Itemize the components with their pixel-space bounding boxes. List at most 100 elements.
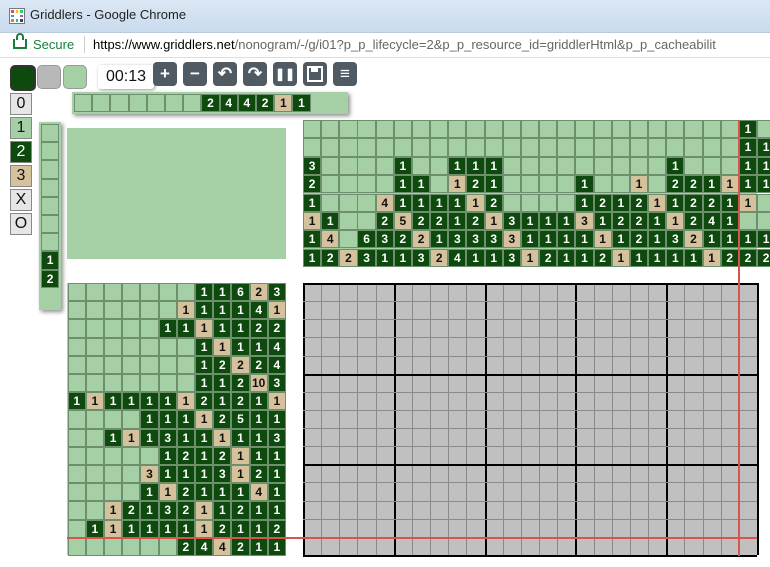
strip-cell[interactable] xyxy=(41,142,60,161)
row-clue-empty[interactable] xyxy=(140,319,159,338)
column-clue-empty[interactable] xyxy=(520,193,540,212)
row-clue[interactable]: 1 xyxy=(213,501,232,520)
row-clue[interactable]: 3 xyxy=(267,428,286,447)
column-clue-empty[interactable] xyxy=(757,193,770,212)
row-clue[interactable]: 3 xyxy=(213,465,232,484)
column-clue-empty[interactable] xyxy=(629,138,649,157)
column-clue-empty[interactable] xyxy=(411,156,431,175)
column-clue[interactable]: 2 xyxy=(466,175,485,194)
row-clue-empty[interactable] xyxy=(85,428,104,447)
column-clue[interactable]: 1 xyxy=(720,193,739,212)
column-clue[interactable]: 2 xyxy=(629,230,649,249)
strip-cell[interactable] xyxy=(41,233,60,252)
row-clue[interactable]: 1 xyxy=(195,483,214,502)
row-clue-empty[interactable] xyxy=(176,355,195,374)
row-clue-empty[interactable] xyxy=(85,374,104,393)
row-clue-empty[interactable] xyxy=(140,537,159,556)
row-clue-empty[interactable] xyxy=(67,301,86,320)
column-clue-empty[interactable] xyxy=(339,175,358,194)
row-clue-empty[interactable] xyxy=(122,283,141,302)
column-clue-empty[interactable] xyxy=(720,120,739,139)
strip-clue[interactable]: 2 xyxy=(201,94,220,113)
column-clue-empty[interactable] xyxy=(611,120,630,139)
column-clue-empty[interactable] xyxy=(557,138,576,157)
column-clue[interactable]: 1 xyxy=(702,230,721,249)
row-clue[interactable]: 1 xyxy=(176,410,195,429)
column-clue-empty[interactable] xyxy=(466,138,485,157)
column-clue-empty[interactable] xyxy=(484,120,503,139)
row-clue[interactable]: 1 xyxy=(267,483,286,502)
row-clue-empty[interactable] xyxy=(85,355,104,374)
column-clue-empty[interactable] xyxy=(684,120,703,139)
row-clue[interactable]: 1 xyxy=(195,519,214,538)
row-clue-empty[interactable] xyxy=(67,428,86,447)
palette-item-3[interactable]: 3 xyxy=(10,165,32,187)
column-clue[interactable]: 1 xyxy=(520,248,540,267)
row-clue[interactable]: 1 xyxy=(249,410,268,429)
row-clue[interactable]: 1 xyxy=(104,501,123,520)
column-clue-empty[interactable] xyxy=(520,156,540,175)
row-clue[interactable]: 1 xyxy=(195,465,214,484)
strip-cell[interactable] xyxy=(74,94,93,113)
row-clue[interactable]: 1 xyxy=(213,283,232,302)
column-clue-empty[interactable] xyxy=(611,138,630,157)
row-clue[interactable]: 1 xyxy=(213,374,232,393)
column-clue-empty[interactable] xyxy=(593,138,612,157)
column-clue[interactable]: 1 xyxy=(720,230,739,249)
save-button[interactable] xyxy=(303,62,327,86)
column-clue-empty[interactable] xyxy=(520,138,540,157)
row-clue[interactable]: 4 xyxy=(267,337,286,356)
column-clue-empty[interactable] xyxy=(684,156,703,175)
row-clue-empty[interactable] xyxy=(158,355,177,374)
column-clue[interactable]: 4 xyxy=(448,248,467,267)
row-clue-empty[interactable] xyxy=(85,483,104,502)
row-clue[interactable]: 2 xyxy=(249,283,268,302)
row-clue-empty[interactable] xyxy=(104,319,123,338)
column-clue-empty[interactable] xyxy=(339,211,358,231)
column-clue-empty[interactable] xyxy=(303,120,322,139)
row-clue[interactable]: 1 xyxy=(158,465,177,484)
column-clue-empty[interactable] xyxy=(339,138,358,157)
column-clue-empty[interactable] xyxy=(666,138,685,157)
column-clue-empty[interactable] xyxy=(375,175,394,194)
column-clue[interactable]: 2 xyxy=(466,211,485,231)
row-clue[interactable]: 1 xyxy=(85,519,104,538)
column-clue-empty[interactable] xyxy=(321,175,340,194)
column-clue-empty[interactable] xyxy=(448,120,467,139)
row-clue-empty[interactable] xyxy=(122,319,141,338)
column-clue[interactable]: 2 xyxy=(430,248,449,267)
row-clue-empty[interactable] xyxy=(122,355,141,374)
row-clue-empty[interactable] xyxy=(67,319,86,338)
row-clue[interactable]: 1 xyxy=(140,501,159,520)
column-clue[interactable]: 1 xyxy=(393,175,412,194)
column-clue-empty[interactable] xyxy=(393,138,412,157)
row-clue-empty[interactable] xyxy=(67,483,86,502)
column-clue[interactable]: 1 xyxy=(393,156,412,175)
row-clue[interactable]: 1 xyxy=(158,410,177,429)
row-clue[interactable]: 1 xyxy=(140,428,159,447)
column-clue[interactable]: 1 xyxy=(666,193,685,212)
row-clue[interactable]: 1 xyxy=(267,301,286,320)
column-clue[interactable]: 3 xyxy=(502,230,521,249)
row-clue-empty[interactable] xyxy=(158,301,177,320)
column-clue[interactable]: 1 xyxy=(593,211,612,231)
column-clue[interactable]: 1 xyxy=(738,175,758,194)
row-clue-empty[interactable] xyxy=(122,465,141,484)
row-clue[interactable]: 4 xyxy=(249,483,268,502)
row-clue[interactable]: 3 xyxy=(267,283,286,302)
row-clue[interactable]: 1 xyxy=(213,428,232,447)
strip-cell[interactable] xyxy=(41,178,60,197)
strip-cell[interactable] xyxy=(41,196,60,215)
column-clue[interactable]: 4 xyxy=(702,211,721,231)
row-clue[interactable]: 1 xyxy=(249,337,268,356)
strip-cell[interactable] xyxy=(183,94,202,113)
column-clue-empty[interactable] xyxy=(393,120,412,139)
undo-button[interactable]: ↶ xyxy=(213,62,237,86)
row-clue[interactable]: 1 xyxy=(195,410,214,429)
row-clue[interactable]: 1 xyxy=(231,483,250,502)
menu-button[interactable]: ≡ xyxy=(333,62,357,86)
column-clue[interactable]: 1 xyxy=(430,193,449,212)
column-clue[interactable]: 1 xyxy=(466,248,485,267)
row-clue[interactable]: 1 xyxy=(195,283,214,302)
column-clue[interactable]: 1 xyxy=(702,248,721,267)
